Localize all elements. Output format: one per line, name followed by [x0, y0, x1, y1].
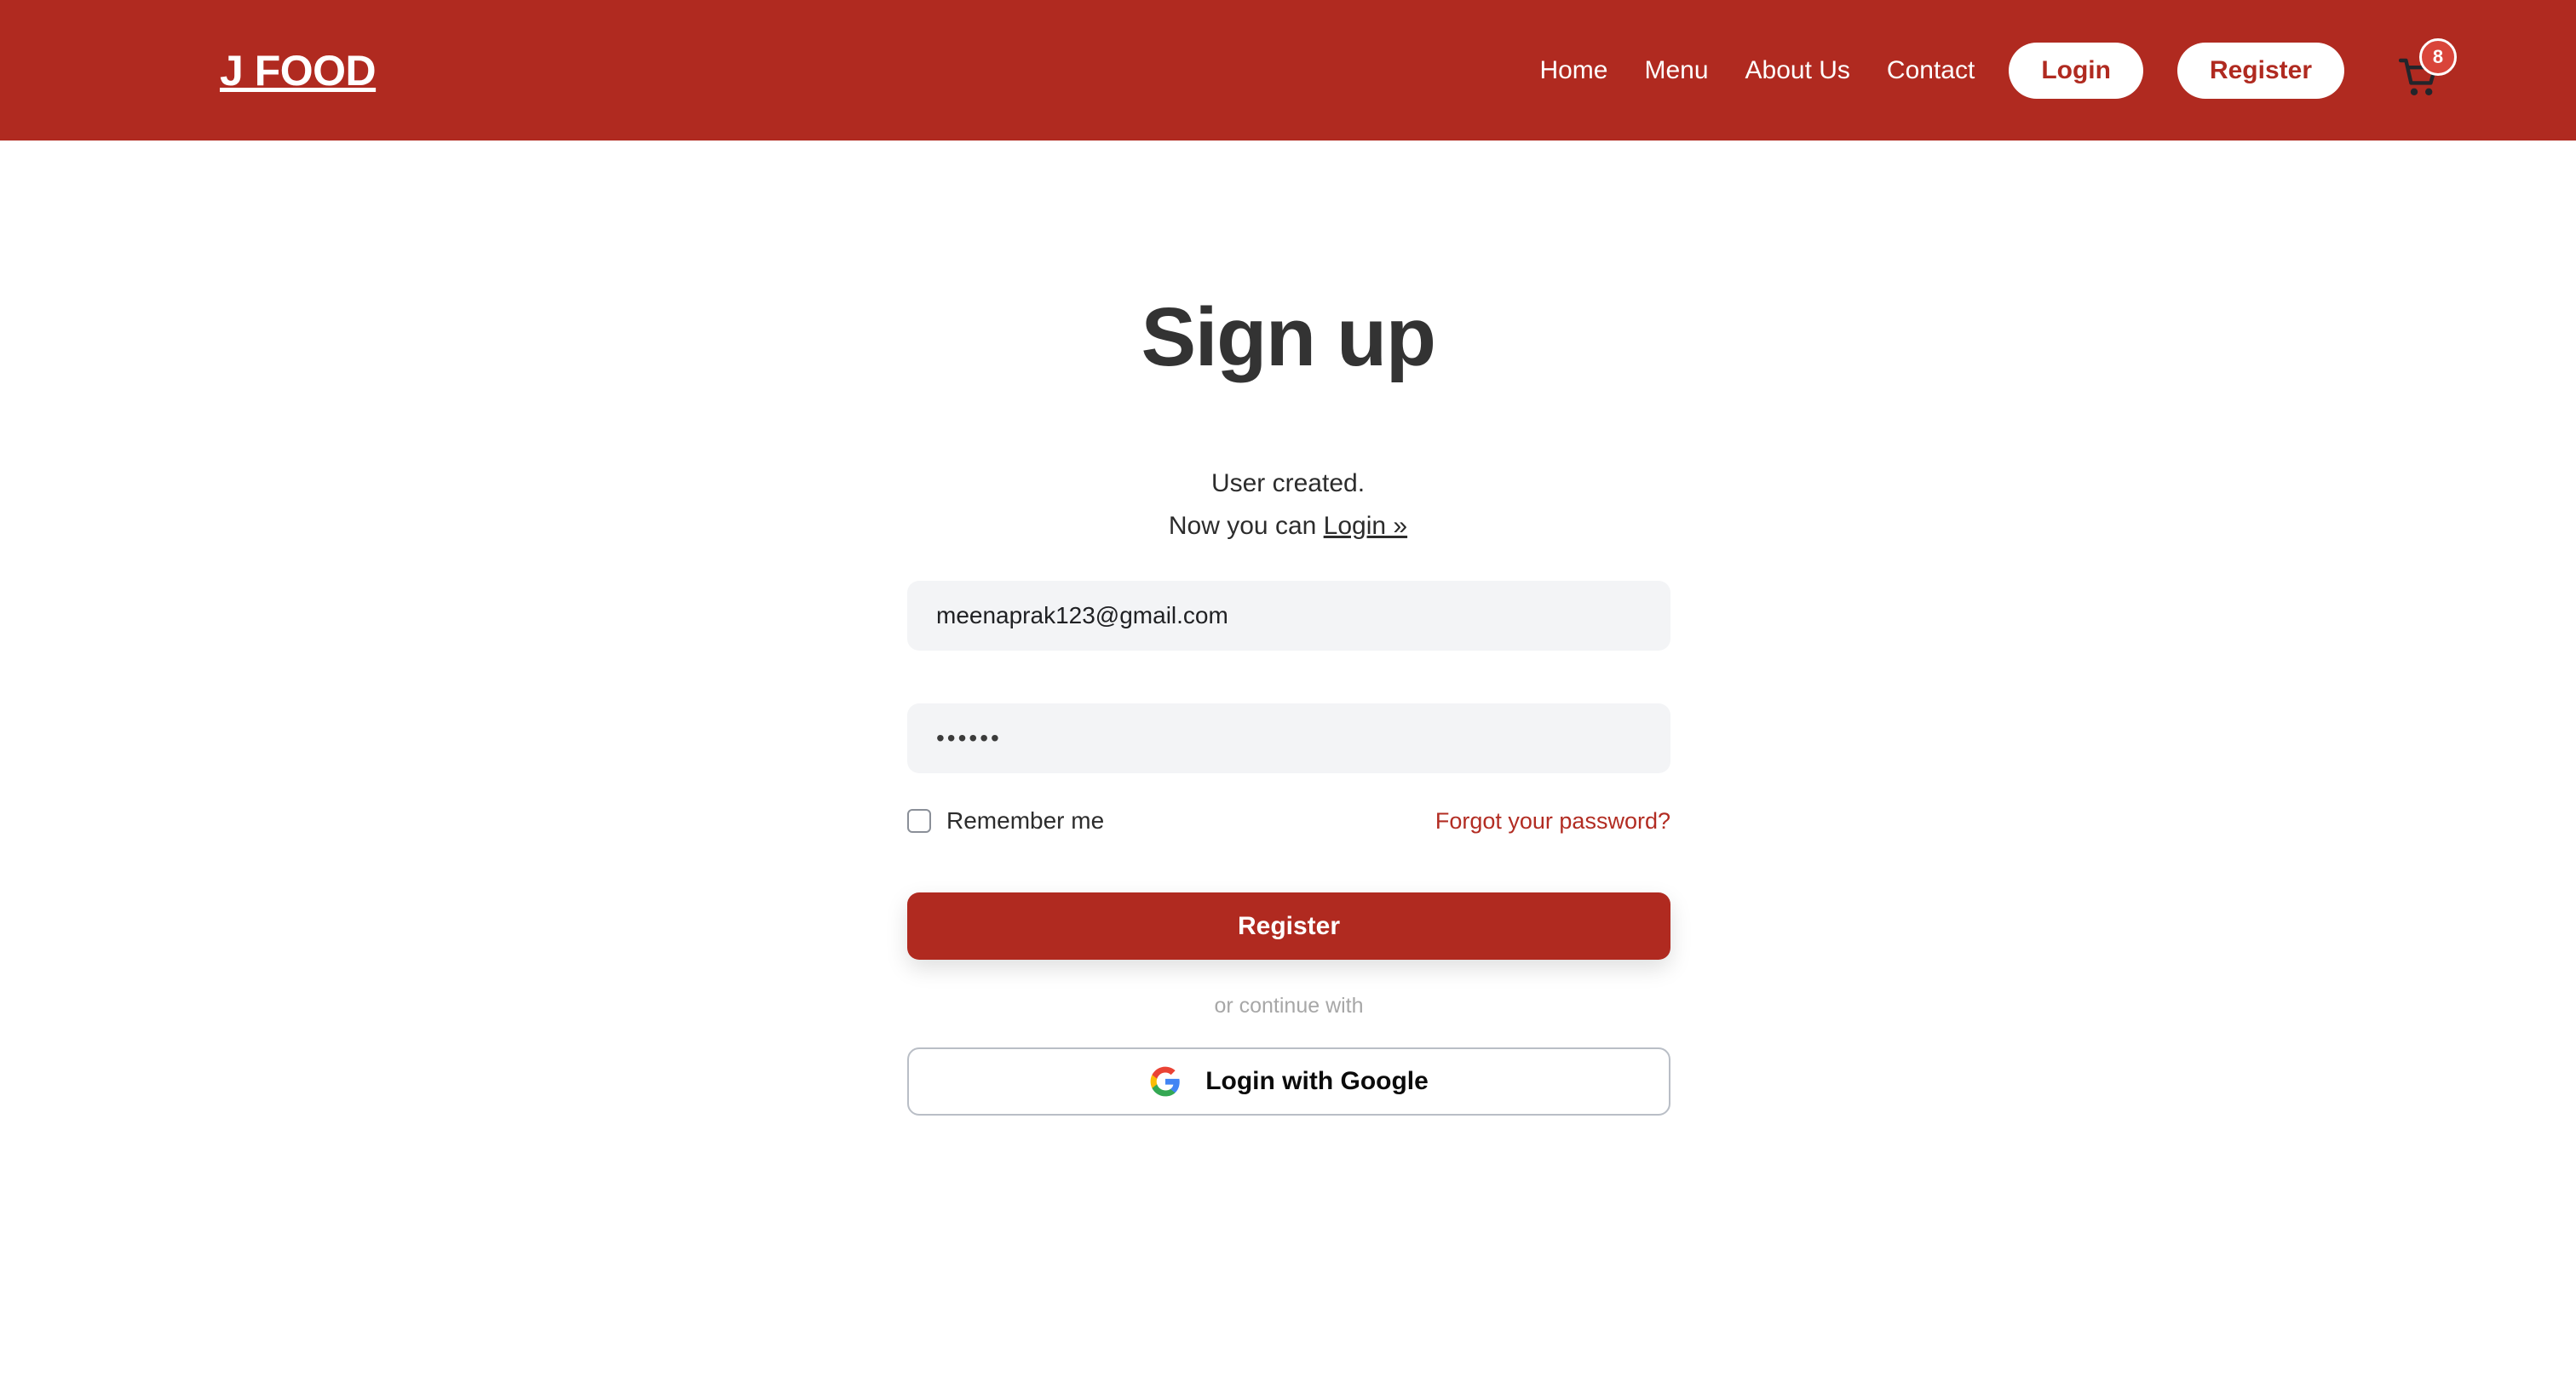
header-login-button[interactable]: Login — [2009, 42, 2143, 99]
site-header: J FOOD Home Menu About Us Contact Login … — [0, 0, 2576, 141]
remember-me-checkbox[interactable] — [907, 809, 931, 833]
cart-button[interactable]: 8 — [2394, 37, 2457, 98]
google-g-icon — [1150, 1066, 1180, 1097]
remember-me-label: Remember me — [946, 807, 1105, 834]
password-masked-value: •••••• — [936, 725, 1002, 751]
header-register-button[interactable]: Register — [2176, 42, 2344, 99]
page-root: J FOOD Home Menu About Us Contact Login … — [0, 0, 2576, 1400]
main-navigation: Home Menu About Us Contact Login Registe… — [1539, 37, 2457, 99]
main-content: Sign up User created. Now you can Login … — [0, 141, 2576, 1400]
social-divider-label: or continue with — [1214, 994, 1364, 1018]
flash-login-link[interactable]: Login » — [1324, 512, 1407, 540]
cart-count-badge: 8 — [2419, 37, 2457, 76]
email-input[interactable] — [907, 581, 1670, 651]
forgot-password-link[interactable]: Forgot your password? — [1435, 808, 1670, 835]
page-title: Sign up — [1141, 290, 1436, 383]
google-button-label: Login with Google — [1205, 1067, 1429, 1095]
password-input[interactable]: •••••• — [907, 703, 1670, 773]
nav-link-about-us[interactable]: About Us — [1745, 51, 1850, 90]
flash-prompt-text: Now you can — [1168, 512, 1324, 540]
brand-logo[interactable]: J FOOD — [220, 46, 377, 95]
nav-link-contact[interactable]: Contact — [1887, 51, 1975, 90]
nav-link-menu[interactable]: Menu — [1644, 51, 1708, 90]
login-with-google-button[interactable]: Login with Google — [907, 1047, 1670, 1116]
form-options-row: Remember me Forgot your password? — [907, 807, 1670, 835]
nav-link-home[interactable]: Home — [1539, 51, 1607, 90]
remember-me-toggle[interactable]: Remember me — [907, 807, 1104, 835]
flash-message: User created. Now you can Login » — [0, 462, 2576, 548]
register-submit-button[interactable]: Register — [907, 892, 1670, 960]
flash-line-user-created: User created. — [1210, 469, 1366, 497]
signup-form: •••••• Remember me Forgot your password?… — [907, 581, 1670, 1116]
flash-line-login-prompt: Now you can Login » — [0, 505, 2576, 548]
